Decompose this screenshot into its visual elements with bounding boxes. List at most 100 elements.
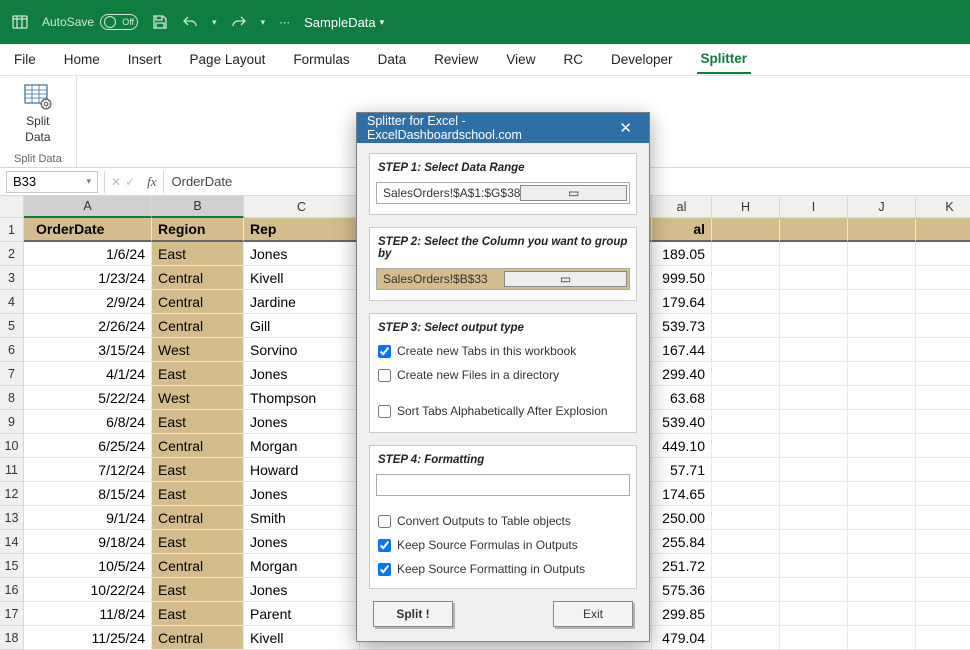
cell[interactable]: Central [152,290,244,314]
cell[interactable]: East [152,530,244,554]
row-header[interactable]: 1 [0,218,24,242]
row-header[interactable]: 6 [0,338,24,362]
cancel-icon[interactable]: ✕ [111,175,121,189]
cell[interactable]: 63.68 [652,386,712,410]
chk-new-tabs[interactable]: Create new Tabs in this workbook [376,342,630,360]
cell[interactable]: Morgan [244,554,360,578]
cell[interactable]: Gill [244,314,360,338]
redo-icon[interactable] [231,14,247,30]
cell[interactable]: Jones [244,242,360,266]
ref-picker-icon[interactable]: ▭ [504,271,627,287]
cell[interactable]: East [152,410,244,434]
cell[interactable]: 1/23/24 [24,266,152,290]
cell[interactable]: 11/25/24 [24,626,152,650]
chevron-down-icon[interactable]: ▾ [212,17,217,28]
column-header[interactable]: H [712,196,780,218]
row-header[interactable]: 12 [0,482,24,506]
menu-item-page-layout[interactable]: Page Layout [186,46,270,73]
cell[interactable]: 8/15/24 [24,482,152,506]
column-header[interactable]: I [780,196,848,218]
cell[interactable]: 9/1/24 [24,506,152,530]
cell[interactable]: West [152,386,244,410]
qat-overflow-icon[interactable]: ⋯ [279,16,290,29]
fx-icon[interactable]: fx [147,174,156,190]
cell[interactable]: 449.10 [652,434,712,458]
cell[interactable]: 539.73 [652,314,712,338]
menu-item-data[interactable]: Data [374,46,411,73]
cell[interactable]: 57.71 [652,458,712,482]
cell[interactable]: 174.65 [652,482,712,506]
cell[interactable]: 7/12/24 [24,458,152,482]
cell[interactable]: 11/8/24 [24,602,152,626]
cell[interactable]: Sorvino [244,338,360,362]
select-all-corner[interactable] [0,196,24,218]
split-button[interactable]: Split ! [373,601,453,627]
cell[interactable]: 2/9/24 [24,290,152,314]
cell[interactable]: Morgan [244,434,360,458]
cell[interactable]: 6/25/24 [24,434,152,458]
menu-item-formulas[interactable]: Formulas [289,46,353,73]
cell[interactable]: Jones [244,482,360,506]
chk-keep-formulas[interactable]: Keep Source Formulas in Outputs [376,536,630,554]
cell[interactable]: Kivell [244,266,360,290]
header-cell[interactable]: OrderDate [24,218,152,242]
cell[interactable]: East [152,578,244,602]
cell[interactable]: 4/1/24 [24,362,152,386]
row-header[interactable]: 4 [0,290,24,314]
chevron-down-icon[interactable]: ▾ [261,17,266,28]
header-cell[interactable]: Rep [244,218,360,242]
cell[interactable]: 479.04 [652,626,712,650]
cell[interactable]: Jones [244,410,360,434]
cell[interactable]: East [152,242,244,266]
row-header[interactable]: 2 [0,242,24,266]
cell[interactable]: 9/18/24 [24,530,152,554]
column-header[interactable]: A [24,196,152,218]
cell[interactable]: Thompson [244,386,360,410]
cell[interactable]: 999.50 [652,266,712,290]
column-header[interactable]: B [152,196,244,218]
close-icon[interactable]: ✕ [612,113,639,143]
cell[interactable]: Central [152,434,244,458]
enter-icon[interactable]: ✓ [125,175,135,189]
menu-item-developer[interactable]: Developer [607,46,677,73]
cell[interactable]: 5/22/24 [24,386,152,410]
menu-item-review[interactable]: Review [430,46,482,73]
header-cell[interactable]: Region [152,218,244,242]
row-header[interactable]: 18 [0,626,24,650]
cell[interactable]: East [152,482,244,506]
cell[interactable]: 299.40 [652,362,712,386]
filename[interactable]: SampleData ▾ [304,15,384,30]
menu-item-rc[interactable]: RC [559,46,587,73]
name-box[interactable]: B33 ▾ [6,171,98,193]
cell[interactable]: 251.72 [652,554,712,578]
cell[interactable]: 10/5/24 [24,554,152,578]
ref-picker-icon[interactable]: ▭ [520,185,627,201]
save-icon[interactable] [152,14,168,30]
cell[interactable]: 299.85 [652,602,712,626]
cell[interactable]: Central [152,626,244,650]
cell[interactable]: 10/22/24 [24,578,152,602]
cell[interactable]: Central [152,554,244,578]
menu-item-splitter[interactable]: Splitter [697,45,752,74]
cell[interactable]: Central [152,266,244,290]
row-header[interactable]: 16 [0,578,24,602]
group-column-input[interactable]: SalesOrders!$B$33 ▭ [376,268,630,290]
cell[interactable]: Howard [244,458,360,482]
cell[interactable]: West [152,338,244,362]
row-header[interactable]: 17 [0,602,24,626]
cell[interactable]: Central [152,506,244,530]
row-header[interactable]: 11 [0,458,24,482]
cell[interactable]: East [152,362,244,386]
formatting-input[interactable] [376,474,630,496]
cell[interactable]: 6/8/24 [24,410,152,434]
cell[interactable]: Central [152,314,244,338]
menu-item-view[interactable]: View [502,46,539,73]
column-header[interactable]: J [848,196,916,218]
cell[interactable]: Jones [244,578,360,602]
cell[interactable]: Smith [244,506,360,530]
row-header[interactable]: 5 [0,314,24,338]
cell[interactable]: 189.05 [652,242,712,266]
split-data-button[interactable]: Split Data [22,82,54,144]
column-header[interactable]: K [916,196,970,218]
row-header[interactable]: 3 [0,266,24,290]
